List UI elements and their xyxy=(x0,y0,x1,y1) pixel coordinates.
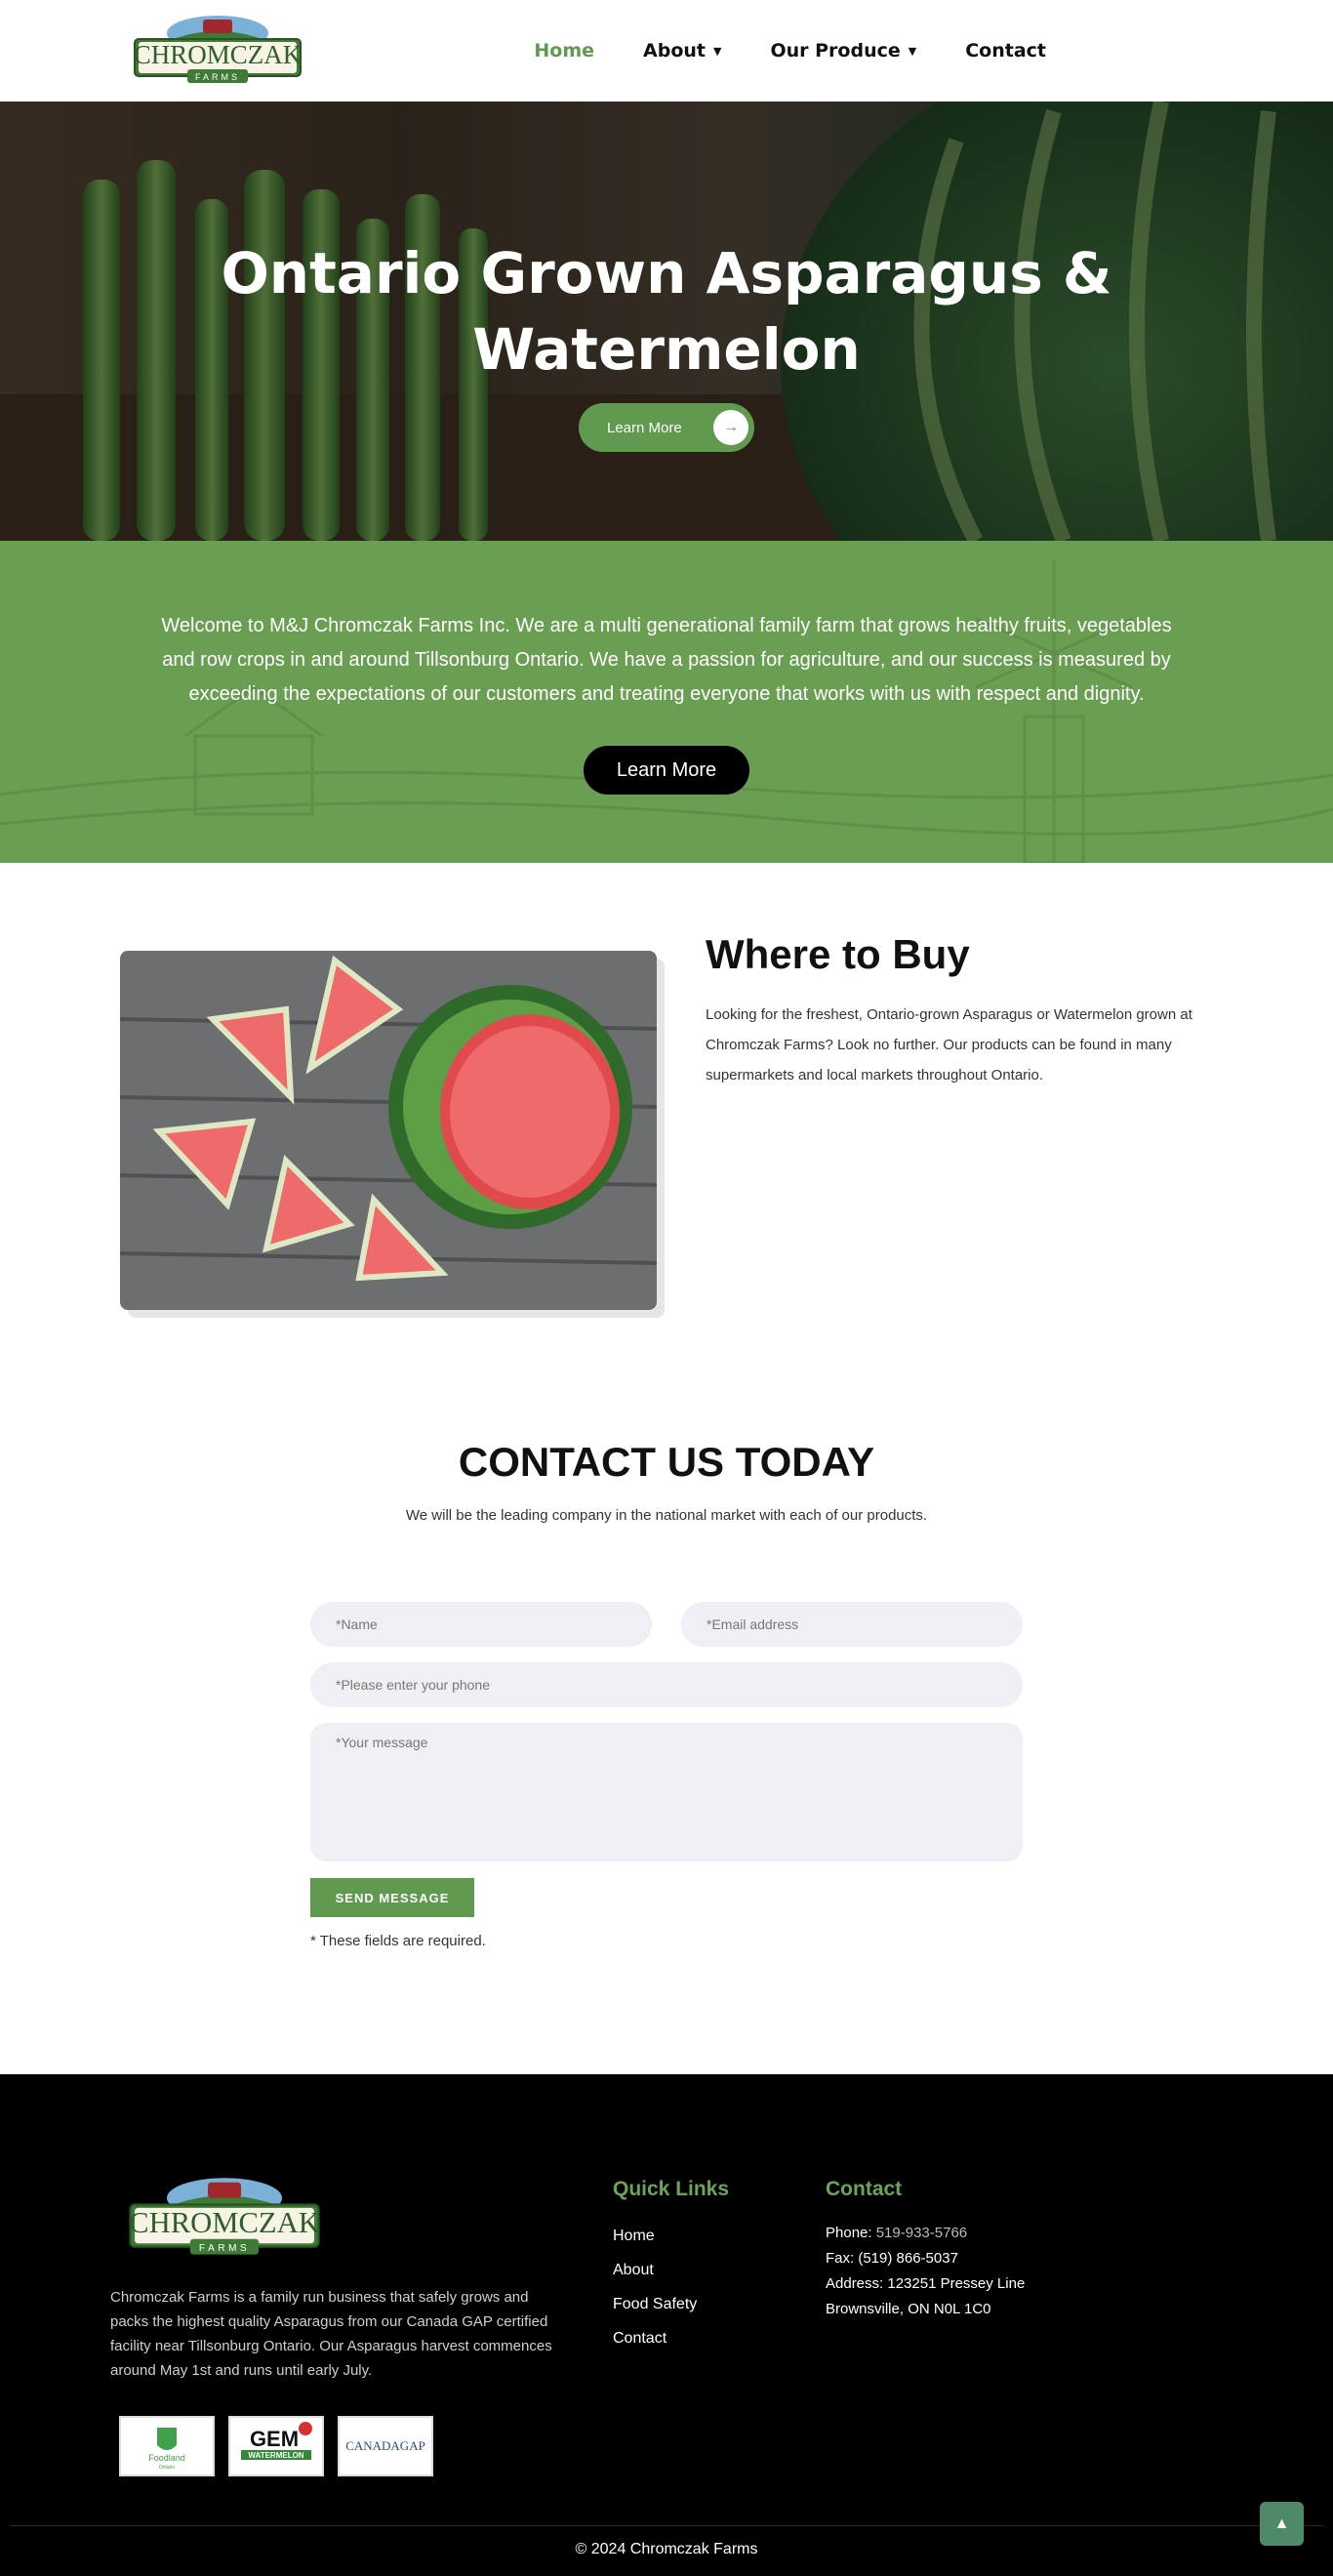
phone-label: Phone: xyxy=(826,2225,872,2241)
contact-info-title: Contact xyxy=(826,2178,903,2200)
foodland-ontario-badge: Foodland Ontario xyxy=(119,2416,215,2476)
quick-link-home[interactable]: Home xyxy=(613,2219,697,2253)
back-to-top-button[interactable]: ▲ xyxy=(1260,2502,1304,2546)
nav-home[interactable]: Home xyxy=(534,40,594,61)
footer-logo[interactable]: CHROMCZAK FARMS xyxy=(123,2176,326,2258)
svg-text:GEM: GEM xyxy=(250,2427,299,2451)
chevron-up-icon: ▲ xyxy=(1273,2515,1290,2532)
name-field[interactable] xyxy=(310,1602,652,1647)
phone-line: Phone: 519-933-5766 xyxy=(826,2221,1025,2246)
nav-contact-label: Contact xyxy=(965,40,1046,61)
nav-contact[interactable]: Contact xyxy=(965,40,1046,61)
contact-subtitle: We will be the leading company in the na… xyxy=(405,1507,928,1524)
canada-gap-badge: CANADAGAP xyxy=(338,2416,433,2476)
welcome-section: Welcome to M&J Chromczak Farms Inc. We a… xyxy=(0,541,1333,863)
required-fields-note: * These fields are required. xyxy=(310,1933,486,1949)
nav-home-label: Home xyxy=(534,40,595,61)
contact-section: CONTACT US TODAY We will be the leading … xyxy=(0,1370,1333,2074)
welcome-text: Welcome to M&J Chromczak Farms Inc. We a… xyxy=(161,615,1172,705)
chromczak-farms-logo[interactable]: CHROMCZAK FARMS xyxy=(129,14,306,86)
svg-text:CHROMCZAK: CHROMCZAK xyxy=(134,40,303,69)
main-nav: Home About ▼ Our Produce ▼ Contact xyxy=(534,0,1046,102)
quick-links-title: Quick Links xyxy=(613,2178,730,2200)
quick-links-list: Home About Food Safety Contact xyxy=(613,2219,697,2355)
certification-badges: Foodland Ontario GEM WATERMELON CANADAGA… xyxy=(119,2416,433,2476)
footer-divider xyxy=(10,2525,1323,2526)
svg-text:CHROMCZAK: CHROMCZAK xyxy=(129,2206,320,2239)
svg-text:FARMS: FARMS xyxy=(195,72,240,82)
where-to-buy-title: Where to Buy xyxy=(706,931,970,977)
contact-title: CONTACT US TODAY xyxy=(458,1439,875,1485)
site-header: CHROMCZAK FARMS Home About ▼ Our Produce… xyxy=(0,0,1333,102)
nav-about-label: About xyxy=(643,40,706,61)
svg-text:Ontario: Ontario xyxy=(159,2465,176,2471)
svg-text:Foodland: Foodland xyxy=(148,2453,185,2463)
phone-field[interactable] xyxy=(310,1662,1023,1707)
address-line-2: Brownsville, ON N0L 1C0 xyxy=(826,2301,991,2317)
chevron-down-icon: ▼ xyxy=(712,44,722,58)
copyright: © 2024 Chromczak Farms xyxy=(575,2541,758,2557)
welcome-learn-more-button[interactable]: Learn More xyxy=(584,746,749,795)
contact-info: Phone: 519-933-5766 Fax: (519) 866-5037 … xyxy=(826,2221,1025,2322)
nav-our-produce-label: Our Produce xyxy=(770,40,901,61)
hero-learn-more-button[interactable]: Learn More → xyxy=(579,403,754,452)
hero-learn-more-label: Learn More xyxy=(607,419,682,436)
chevron-down-icon: ▼ xyxy=(908,44,917,58)
arrow-right-icon: → xyxy=(713,410,748,445)
fax-line: Fax: (519) 866-5037 xyxy=(826,2250,958,2267)
quick-link-about[interactable]: About xyxy=(613,2253,697,2287)
hero-title: Ontario Grown Asparagus & Watermelon xyxy=(221,240,1112,383)
address-line-1: Address: 123251 Pressey Line xyxy=(826,2275,1026,2292)
watermelon-photo xyxy=(120,951,657,1310)
nav-our-produce[interactable]: Our Produce ▼ xyxy=(770,40,916,61)
svg-text:FARMS: FARMS xyxy=(199,2243,250,2254)
send-message-button[interactable]: SEND MESSAGE xyxy=(310,1878,474,1917)
where-to-buy-text: Looking for the freshest, Ontario-grown … xyxy=(706,1006,1192,1084)
svg-text:WATERMELON: WATERMELON xyxy=(248,2451,303,2460)
footer-about-text: Chromczak Farms is a family run business… xyxy=(110,2289,552,2379)
nav-about[interactable]: About ▼ xyxy=(643,40,721,61)
svg-text:CANADAGAP: CANADAGAP xyxy=(345,2438,425,2453)
quick-link-contact[interactable]: Contact xyxy=(613,2321,697,2355)
where-to-buy-section: Where to Buy Looking for the freshest, O… xyxy=(0,863,1333,1370)
quick-link-food-safety[interactable]: Food Safety xyxy=(613,2287,697,2321)
site-footer: CHROMCZAK FARMS Chromczak Farms is a fam… xyxy=(0,2074,1333,2576)
gem-watermelon-badge: GEM WATERMELON xyxy=(228,2416,324,2476)
message-field[interactable] xyxy=(310,1723,1023,1861)
phone-link[interactable]: 519-933-5766 xyxy=(876,2225,967,2241)
email-field[interactable] xyxy=(681,1602,1023,1647)
hero-banner: Ontario Grown Asparagus & Watermelon xyxy=(0,102,1333,541)
